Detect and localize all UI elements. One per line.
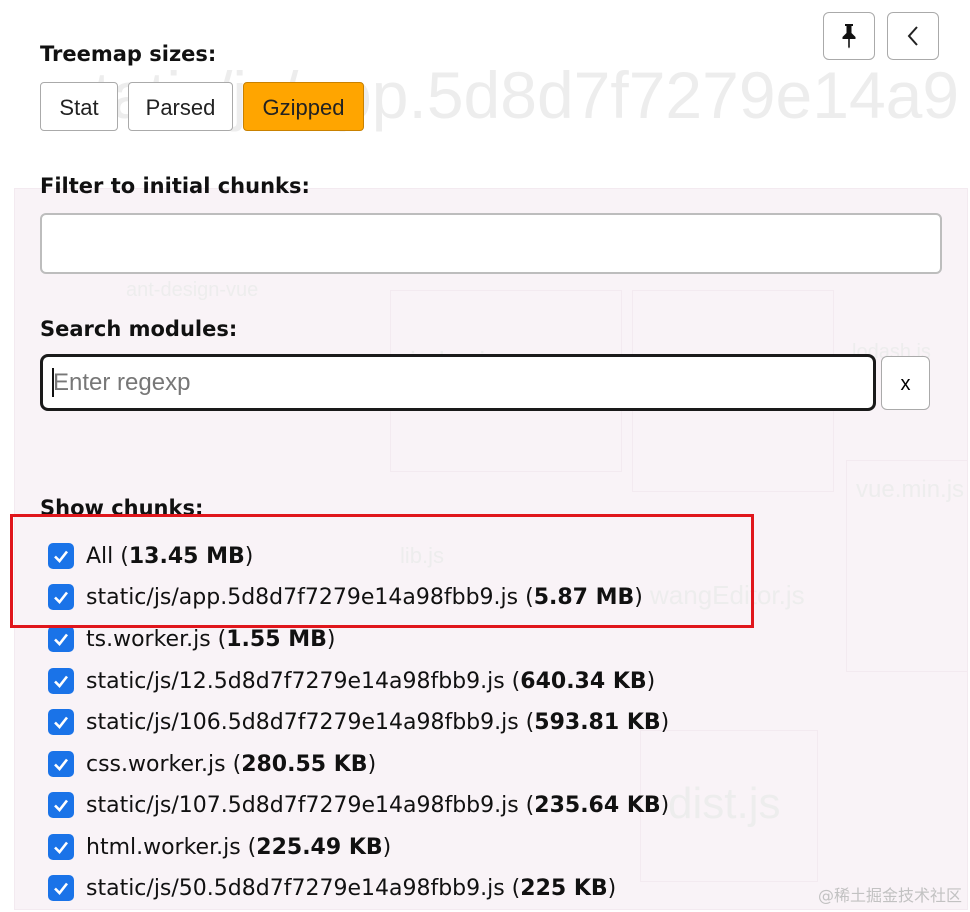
- pin-button[interactable]: [823, 12, 875, 60]
- chunk-name: html.worker.js: [86, 834, 241, 860]
- filter-initial-chunks-label: Filter to initial chunks:: [40, 174, 310, 198]
- chunk-size: 235.64 KB: [534, 792, 661, 818]
- chunk-item[interactable]: static/js/107.5d8d7f7279e14a98fbb9.js (2…: [48, 789, 669, 821]
- clear-search-button[interactable]: x: [881, 356, 930, 410]
- chunk-label: static/js/50.5d8d7f7279e14a98fbb9.js (22…: [86, 875, 617, 901]
- search-modules-input[interactable]: [40, 354, 876, 411]
- chunk-item[interactable]: static/js/12.5d8d7f7279e14a98fbb9.js (64…: [48, 665, 655, 697]
- chunk-label: static/js/12.5d8d7f7279e14a98fbb9.js (64…: [86, 668, 656, 694]
- chunk-item[interactable]: static/js/106.5d8d7f7279e14a98fbb9.js (5…: [48, 706, 669, 738]
- chunk-item[interactable]: css.worker.js (280.55 KB): [48, 748, 376, 780]
- sidebar: Treemap sizes: Stat Parsed Gzipped Filte…: [0, 0, 970, 912]
- chunk-item[interactable]: html.worker.js (225.49 KB): [48, 831, 391, 863]
- chunk-size: 225.49 KB: [256, 834, 383, 860]
- stat-size-button[interactable]: Stat: [40, 82, 118, 131]
- chunk-label: static/js/107.5d8d7f7279e14a98fbb9.js (2…: [86, 792, 670, 818]
- chunk-size: 225 KB: [520, 875, 608, 901]
- checkbox-checked[interactable]: [48, 751, 74, 777]
- checkbox-checked[interactable]: [48, 875, 74, 901]
- watermark: @稀土掘金技术社区: [817, 886, 962, 905]
- annotation-highlight-box: [10, 514, 754, 628]
- chunk-name: ts.worker.js: [86, 626, 211, 652]
- chunk-name: static/js/12.5d8d7f7279e14a98fbb9.js: [86, 668, 505, 694]
- chunk-size: 593.81 KB: [534, 709, 661, 735]
- chunk-label: html.worker.js (225.49 KB): [86, 834, 392, 860]
- chunk-name: static/js/50.5d8d7f7279e14a98fbb9.js: [86, 875, 505, 901]
- chunk-name: static/js/106.5d8d7f7279e14a98fbb9.js: [86, 709, 519, 735]
- search-modules-label: Search modules:: [40, 317, 238, 341]
- chunk-label: css.worker.js (280.55 KB): [86, 751, 377, 777]
- checkbox-checked[interactable]: [48, 626, 74, 652]
- chunk-size: 280.55 KB: [241, 751, 368, 777]
- checkbox-checked[interactable]: [48, 834, 74, 860]
- pin-icon: [839, 23, 859, 49]
- gzipped-size-button[interactable]: Gzipped: [243, 82, 364, 131]
- filter-initial-chunks-input[interactable]: [40, 213, 942, 274]
- checkbox-checked[interactable]: [48, 668, 74, 694]
- checkbox-checked[interactable]: [48, 792, 74, 818]
- treemap-sizes-label: Treemap sizes:: [40, 42, 217, 66]
- chevron-left-icon: [905, 24, 921, 48]
- chunk-size: 1.55 MB: [226, 626, 327, 652]
- checkbox-checked[interactable]: [48, 709, 74, 735]
- chunk-label: static/js/106.5d8d7f7279e14a98fbb9.js (5…: [86, 709, 670, 735]
- collapse-sidebar-button[interactable]: [887, 12, 939, 60]
- chunk-item[interactable]: static/js/50.5d8d7f7279e14a98fbb9.js (22…: [48, 872, 616, 904]
- parsed-size-button[interactable]: Parsed: [128, 82, 233, 131]
- chunk-name: static/js/107.5d8d7f7279e14a98fbb9.js: [86, 792, 519, 818]
- chunk-name: css.worker.js: [86, 751, 226, 777]
- chunk-size: 640.34 KB: [520, 668, 647, 694]
- chunk-label: ts.worker.js (1.55 MB): [86, 626, 336, 652]
- text-caret: [52, 368, 54, 397]
